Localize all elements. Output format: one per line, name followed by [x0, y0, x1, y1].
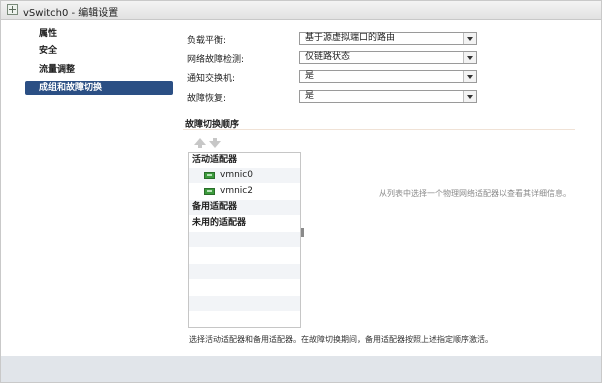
- failback-label: 故障恢复:: [187, 94, 227, 104]
- nav-item-properties[interactable]: 属性: [25, 27, 173, 41]
- group-active-adapters: 活动适配器: [192, 155, 238, 165]
- chevron-down-icon: [463, 52, 476, 63]
- empty-row: [189, 264, 300, 279]
- empty-row: [189, 312, 300, 327]
- section-divider: [183, 129, 575, 130]
- network-failure-detection-label: 网络故障检测:: [187, 55, 245, 65]
- failover-footnote: 选择活动适配器和备用适配器。在故障切换期间，备用适配器按照上述指定顺序激活。: [189, 335, 493, 344]
- notify-switches-select[interactable]: 是: [299, 70, 477, 83]
- list-item-vmnic2[interactable]: vmnic2: [189, 184, 300, 199]
- group-standby-adapters: 备用适配器: [189, 200, 300, 215]
- dialog-footer: [1, 356, 601, 382]
- chevron-down-icon: [463, 33, 476, 44]
- load-balancing-label: 负载平衡:: [187, 36, 227, 46]
- arrow-down-icon[interactable]: [209, 138, 221, 148]
- network-adapter-icon: [204, 172, 215, 179]
- nav-item-traffic-shaping[interactable]: 流量调整: [25, 63, 173, 77]
- empty-row: [189, 280, 300, 295]
- load-balancing-value: 基于源虚拟端口的路由: [305, 33, 396, 43]
- splitter-handle[interactable]: [301, 228, 304, 237]
- failback-value: 是: [305, 91, 315, 101]
- list-item-vmnic0[interactable]: vmnic0: [189, 168, 300, 183]
- chevron-down-icon: [463, 91, 476, 102]
- window-title: vSwitch0 - 编辑设置: [23, 8, 119, 19]
- notify-switches-value: 是: [305, 71, 315, 81]
- adapter-detail-hint: 从列表中选择一个物理网络适配器以查看其详细信息。: [379, 189, 571, 198]
- network-failure-detection-select[interactable]: 仅链路状态: [299, 51, 477, 64]
- empty-row: [189, 232, 300, 247]
- group-unused-adapters: 未用的适配器: [192, 218, 247, 228]
- adapter-name: vmnic0: [220, 170, 253, 180]
- chevron-down-icon: [463, 71, 476, 82]
- nav-item-teaming-failover[interactable]: 成组和故障切换: [25, 81, 173, 95]
- nav-item-security[interactable]: 安全: [25, 44, 173, 58]
- empty-row: [189, 248, 300, 263]
- vswitch-icon: [7, 4, 18, 15]
- notify-switches-label: 通知交换机:: [187, 74, 236, 84]
- failover-order-list[interactable]: 活动适配器 vmnic0 vmnic2 备用适配器 未用的适配器: [188, 152, 301, 328]
- load-balancing-select[interactable]: 基于源虚拟端口的路由: [299, 32, 477, 45]
- network-failure-detection-value: 仅链路状态: [305, 52, 351, 62]
- arrow-up-icon[interactable]: [194, 138, 206, 148]
- empty-row: [189, 296, 300, 311]
- failback-select[interactable]: 是: [299, 90, 477, 103]
- edit-settings-dialog: vSwitch0 - 编辑设置 属性 安全 流量调整 成组和故障切换 负载平衡:…: [0, 0, 602, 383]
- title-bar: vSwitch0 - 编辑设置: [1, 1, 601, 20]
- adapter-name: vmnic2: [220, 186, 253, 196]
- network-adapter-icon: [204, 188, 215, 195]
